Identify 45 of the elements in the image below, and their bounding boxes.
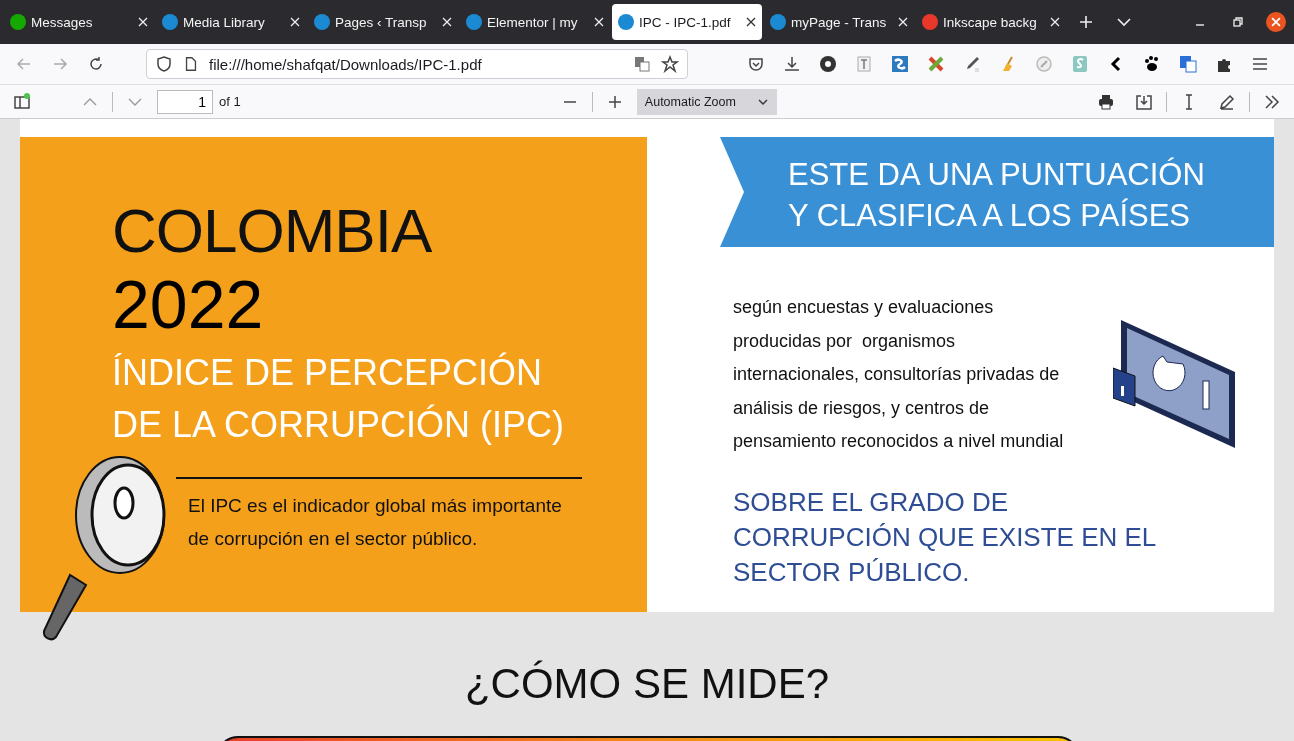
body-text: según encuestas y evaluaciones producidas por organismos internacionales, consultorías privadas de análisis de riesgos, y centros de pensamiento reconocidos a nivel mundial [733,296,1065,453]
browser-tab[interactable]: IPC - IPC-1.pdf [612,4,762,40]
zoom-dropdown[interactable]: Automatic Zoom [636,88,777,115]
pencil-ruler-icon[interactable] [927,55,945,73]
translate-page-icon[interactable] [633,55,651,73]
browser-tab[interactable]: Messages [4,4,154,40]
browser-tab[interactable]: Elementor | my [460,4,610,40]
close-icon[interactable] [746,17,756,27]
browser-tab[interactable]: Media Library [156,4,306,40]
browser-tab[interactable]: Inkscape backg [916,4,1066,40]
print-icon[interactable] [1097,92,1115,111]
menu-icon[interactable] [1251,55,1269,73]
extension-circle-icon[interactable] [819,55,837,73]
translate-icon[interactable] [1179,55,1197,73]
pocket-icon[interactable] [747,55,765,73]
banner: ESTE DA UNA PUNTUACIÓN Y CLASIFICA A LOS PAÍSES [720,137,1274,247]
document-icon[interactable] [855,55,873,73]
chart-bar [1202,380,1210,410]
plus-icon[interactable] [1077,13,1095,31]
sidebar-toggle-icon[interactable] [13,92,31,111]
index-title: ÍNDICE DE PERCEPCIÓN DE LA CORRUPCIÓN (IPC) [112,351,566,447]
caption-text: El IPC es el indicador global más importante de corrupción en el sector público. [176,477,582,555]
page-count: of 1 [219,94,241,109]
pencil-icon[interactable] [1218,92,1236,111]
browser-tab[interactable]: myPage - Trans [764,4,914,40]
page-icon[interactable] [183,56,199,72]
pie-slice [1152,355,1186,392]
section-title: ¿CÓMO SE MIDE? [463,660,830,708]
extension-square-icon[interactable] [891,55,909,73]
year-title: 2022 [112,265,265,343]
page-number-field[interactable]: 1 [157,89,213,114]
highlight-text: SOBRE EL GRADO DE CORRUPCIÓN QUE EXISTE EN EL SECTOR PÚBLICO. [733,485,1158,589]
save-icon[interactable] [1135,92,1153,111]
paw-icon[interactable] [1143,55,1161,73]
download-icon[interactable] [783,55,801,73]
address-bar[interactable]: file:///home/shafqat/Downloads/IPC-1.pdf [146,49,688,79]
address-field[interactable]: file:///home/shafqat/Downloads/IPC-1.pdf [209,55,623,73]
close-window-icon[interactable] [1266,12,1286,32]
bookmark-star-icon[interactable] [661,55,679,73]
shield-icon[interactable] [155,55,173,73]
browser-tab[interactable]: Pages ‹ Transp [308,4,458,40]
reload-icon[interactable] [87,55,105,73]
tablet-drawing [1113,367,1136,407]
country-title: COLOMBIA [112,197,433,265]
double-chevron-icon[interactable] [1263,92,1281,111]
